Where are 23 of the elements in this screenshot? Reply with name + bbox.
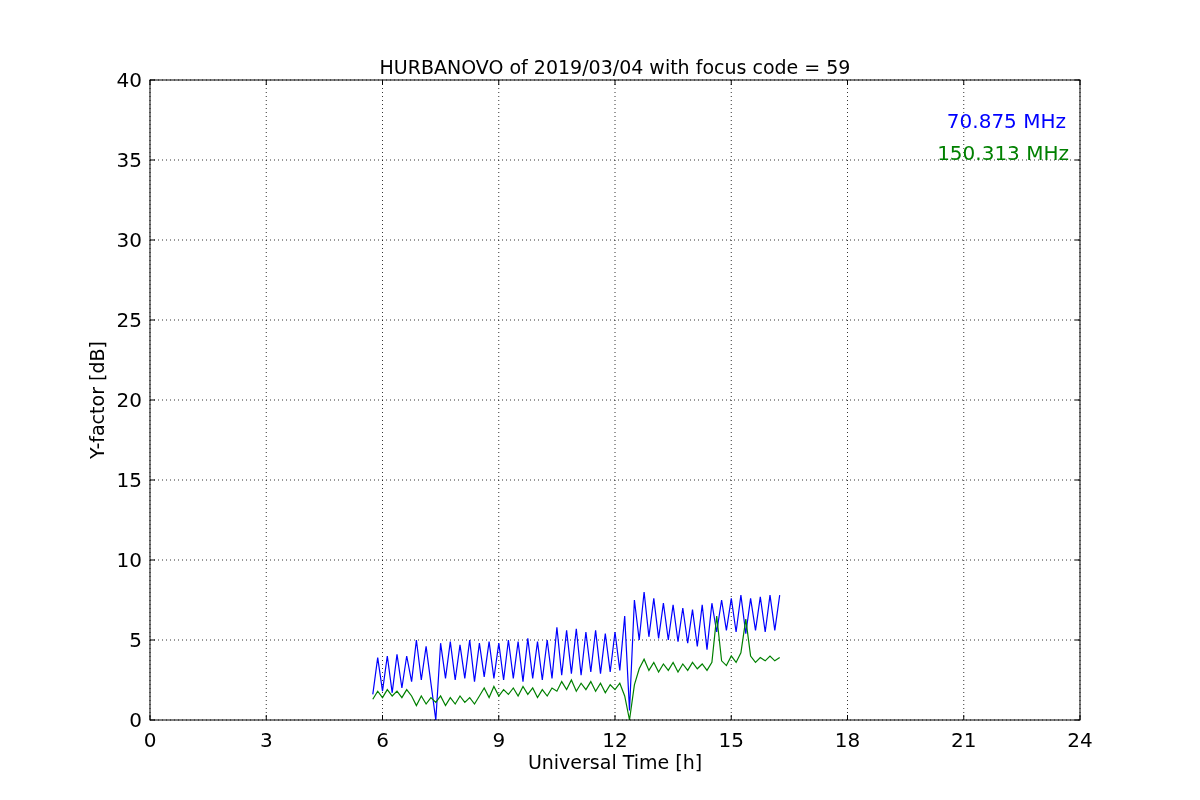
chart-title: HURBANOVO of 2019/03/04 with focus code = 59 (379, 56, 851, 78)
tick-label: 10 (116, 548, 142, 572)
tick-label: 21 (951, 728, 977, 752)
tick-label: 6 (376, 728, 389, 752)
tick-label: 12 (602, 728, 628, 752)
legend-label: 150.313 MHz (937, 141, 1069, 165)
tick-label: 15 (718, 728, 744, 752)
tick-label: 3 (259, 728, 273, 752)
tick-label: 0 (129, 708, 142, 732)
axis-title: Y-factor [dB] (86, 341, 108, 459)
tick-label: 5 (129, 628, 142, 652)
tick-label: 15 (116, 468, 142, 492)
legend-label: 70.875 MHz (946, 109, 1066, 133)
tick-label: 0 (143, 728, 157, 752)
tick-label: 40 (116, 68, 142, 92)
tick-label: 9 (492, 728, 506, 752)
tick-label: 20 (116, 388, 142, 412)
tick-label: 18 (834, 728, 861, 752)
tick-label: 35 (116, 148, 142, 172)
tick-label: 25 (116, 308, 142, 332)
axis-title: Universal Time [h] (527, 751, 703, 773)
tick-label: 30 (116, 228, 142, 252)
tick-label: 24 (1067, 728, 1093, 752)
